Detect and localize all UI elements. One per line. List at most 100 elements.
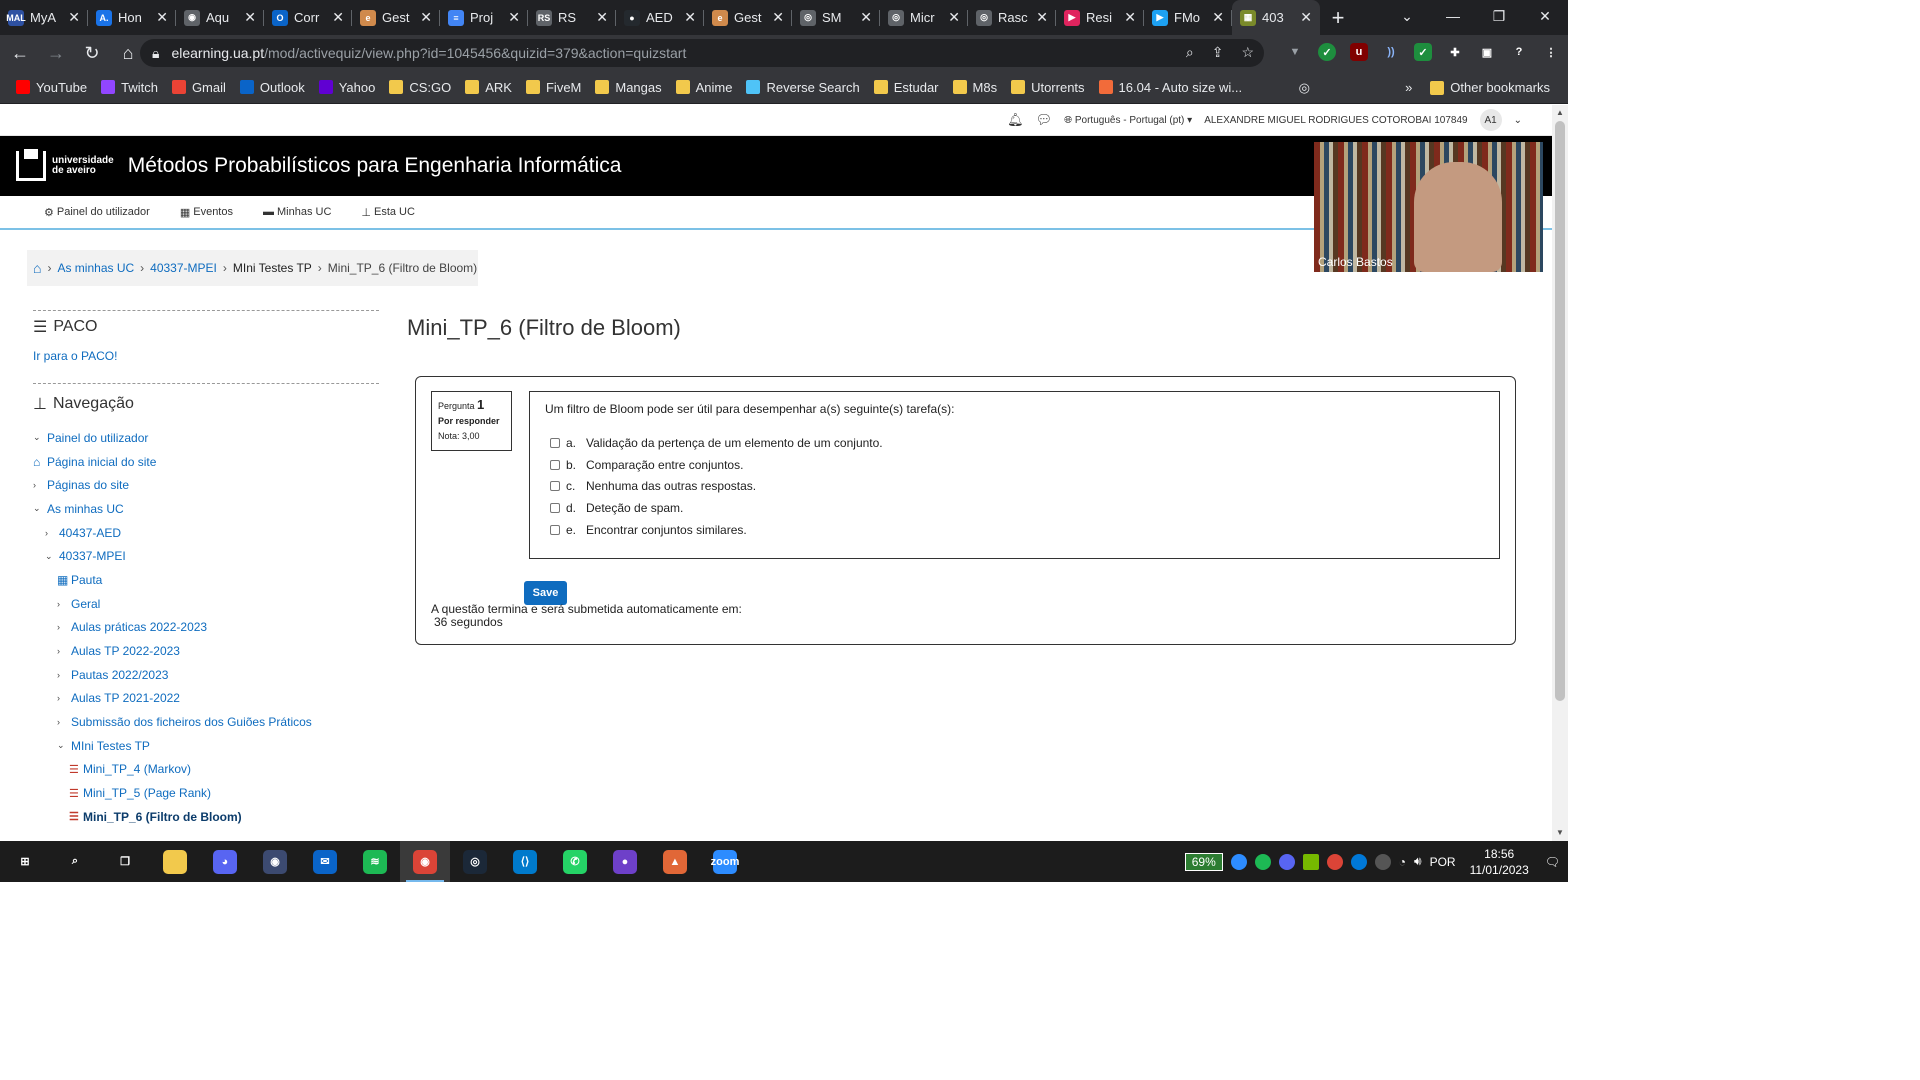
volume-icon[interactable]: 🔊︎ <box>1414 854 1422 869</box>
browser-tab[interactable]: ◎ Micr ✕ <box>880 0 968 35</box>
browser-tab[interactable]: MAL MyA ✕ <box>0 0 88 35</box>
sidebar-item[interactable]: ▦ Pauta <box>33 568 379 592</box>
scrollbar-thumb[interactable] <box>1555 121 1565 701</box>
video-call-overlay[interactable]: Carlos Bastos <box>1314 142 1543 272</box>
option-text[interactable]: Encontrar conjuntos similares. <box>586 523 747 537</box>
sidebar-item[interactable]: › 40437-AED <box>33 521 379 545</box>
check-extension-icon[interactable]: ✓ <box>1318 43 1336 61</box>
page-scrollbar[interactable]: ▲ ▼ <box>1552 105 1568 841</box>
close-icon[interactable]: ✕ <box>860 9 872 26</box>
answer-checkbox[interactable] <box>550 502 560 513</box>
bookmark-item[interactable]: CS:GO <box>385 80 461 95</box>
sidebar-item[interactable]: ☰ Mini_TP_6 (Filtro de Bloom) <box>33 805 379 829</box>
paco-link[interactable]: Ir para o PACO! <box>33 349 379 363</box>
breadcrumb-section[interactable]: MIni Testes TP <box>233 261 312 275</box>
browser-tab[interactable]: ◉ Aqu ✕ <box>176 0 264 35</box>
answer-checkbox[interactable] <box>550 481 560 492</box>
close-icon[interactable]: ✕ <box>68 9 80 26</box>
close-icon[interactable]: ✕ <box>156 9 168 26</box>
other-bookmarks[interactable]: Other bookmarks <box>1426 80 1560 95</box>
more-bookmarks-button[interactable]: » <box>1405 80 1412 95</box>
mail-icon[interactable]: ✉ <box>300 841 350 882</box>
menu-dashboard[interactable]: ⚙︎ Painel do utilizador <box>44 206 150 219</box>
browser-tab[interactable]: ▶ FMo ✕ <box>1144 0 1232 35</box>
browser-tab[interactable]: O Corr ✕ <box>264 0 352 35</box>
sidebar-item[interactable]: › Páginas do site <box>33 473 379 497</box>
notification-center-icon[interactable]: 🗨︎ <box>1545 855 1560 869</box>
language-selector[interactable]: 🌐︎ Português - Portugal (pt) ▾ <box>1064 115 1192 126</box>
sidebar-item[interactable]: › Aulas TP 2021-2022 <box>33 687 379 711</box>
bookmark-item[interactable]: Estudar <box>870 80 949 95</box>
tray-spotify-icon[interactable] <box>1254 853 1271 870</box>
menu-this-course[interactable]: ⊥ Esta UC <box>361 206 415 219</box>
bookmark-item[interactable]: ARK <box>461 80 522 95</box>
tab-search-icon[interactable]: ⌄ <box>1384 0 1430 32</box>
close-window-icon[interactable]: ✕ <box>1522 0 1568 32</box>
browser-tab[interactable]: ◎ Rasc ✕ <box>968 0 1056 35</box>
bookmark-item[interactable]: Gmail <box>168 80 236 95</box>
scroll-up-icon[interactable]: ▲ <box>1552 105 1568 121</box>
close-icon[interactable]: ✕ <box>948 9 960 26</box>
battery-indicator[interactable]: 69% <box>1184 852 1223 871</box>
sidebar-item[interactable]: ☰ Mini_TP_4 (Markov) <box>33 758 379 782</box>
obs-icon[interactable]: ◉ <box>250 841 300 882</box>
answer-checkbox[interactable] <box>550 524 560 535</box>
search-icon[interactable]: ⌕ <box>50 841 100 882</box>
sidebar-item[interactable]: ⌂ Página inicial do site <box>33 450 379 474</box>
spotify-icon[interactable]: ≋ <box>350 841 400 882</box>
filter-extension-icon[interactable]: ▼ <box>1286 43 1304 61</box>
breadcrumb-course[interactable]: 40337-MPEI <box>150 261 217 275</box>
avatar[interactable]: A1 <box>1479 109 1502 131</box>
browser-tab[interactable]: e Gest ✕ <box>352 0 440 35</box>
bookmark-item[interactable]: M8s <box>949 80 1008 95</box>
bookmark-item[interactable]: Anime <box>672 80 743 95</box>
sidebar-item[interactable]: › Pautas 2022/2023 <box>33 663 379 687</box>
steam-icon[interactable]: ◎ <box>450 841 500 882</box>
browser-tab[interactable]: RS RS ✕ <box>528 0 616 35</box>
bookmark-item[interactable]: Twitch <box>97 80 168 95</box>
sidebar-item[interactable]: › Geral <box>33 592 379 616</box>
bookmark-item[interactable]: FiveM <box>522 80 591 95</box>
puzzle-icon[interactable]: ✚ <box>1446 43 1464 61</box>
wifi-extension-icon[interactable]: )) <box>1382 43 1400 61</box>
wifi-icon[interactable]: ◔ <box>1399 855 1406 869</box>
messages-icon[interactable]: 💬︎ <box>1036 112 1053 128</box>
back-icon[interactable]: ← <box>4 37 36 69</box>
sidebar-item[interactable]: ⌄ MIni Testes TP <box>33 734 379 758</box>
close-icon[interactable]: ✕ <box>684 9 696 26</box>
option-text[interactable]: Comparação entre conjuntos. <box>586 458 743 472</box>
clock[interactable]: 18:56 11/01/2023 <box>1470 846 1529 878</box>
ublock-icon[interactable]: u <box>1350 43 1368 61</box>
close-icon[interactable]: ✕ <box>332 9 344 26</box>
browser-tab[interactable]: ● AED ✕ <box>616 0 704 35</box>
matlab-icon[interactable]: ▲ <box>650 841 700 882</box>
forward-icon[interactable]: → <box>40 37 72 69</box>
side-panel-icon[interactable]: ▣ <box>1478 43 1496 61</box>
tray-steam-icon[interactable] <box>1374 853 1391 870</box>
chrome-icon[interactable]: ◉ <box>400 841 450 882</box>
browser-tab[interactable]: ▶ Resi ✕ <box>1056 0 1144 35</box>
browser-tab[interactable]: ≡ Proj ✕ <box>440 0 528 35</box>
sidebar-item[interactable]: › Aulas práticas 2022-2023 <box>33 616 379 640</box>
zoom-icon[interactable]: zoom <box>700 841 750 882</box>
address-bar[interactable]: 🔒︎ elearning.ua.pt/mod/activequiz/view.p… <box>140 39 1264 67</box>
zoom-icon[interactable]: ⌕ <box>1186 44 1194 61</box>
close-icon[interactable]: ✕ <box>1300 9 1312 26</box>
sidebar-item[interactable]: › Submissão dos ficheiros dos Guiões Prát… <box>33 710 379 734</box>
whatsapp-icon[interactable]: ✆ <box>550 841 600 882</box>
bookmark-item[interactable]: Reverse Search <box>742 80 869 95</box>
close-icon[interactable]: ✕ <box>596 9 608 26</box>
notifications-icon[interactable]: 🔔︎ <box>1007 112 1024 128</box>
bookmark-item[interactable]: YouTube <box>12 80 97 95</box>
sidebar-item[interactable]: ⌄ 40337-MPEI <box>33 544 379 568</box>
sidebar-item[interactable]: ⌄ As minhas UC <box>33 497 379 521</box>
bookmark-item[interactable]: Outlook <box>236 80 315 95</box>
bookmark-star-icon[interactable]: ☆ <box>1241 44 1254 61</box>
close-icon[interactable]: ✕ <box>772 9 784 26</box>
browser-tab[interactable]: A. Hon ✕ <box>88 0 176 35</box>
close-icon[interactable]: ✕ <box>1212 9 1224 26</box>
tray-nvidia-icon[interactable] <box>1302 853 1319 870</box>
tray-chrome-icon[interactable] <box>1326 853 1343 870</box>
close-icon[interactable]: ✕ <box>1036 9 1048 26</box>
chevron-down-icon[interactable]: ⌄ <box>1514 115 1522 126</box>
